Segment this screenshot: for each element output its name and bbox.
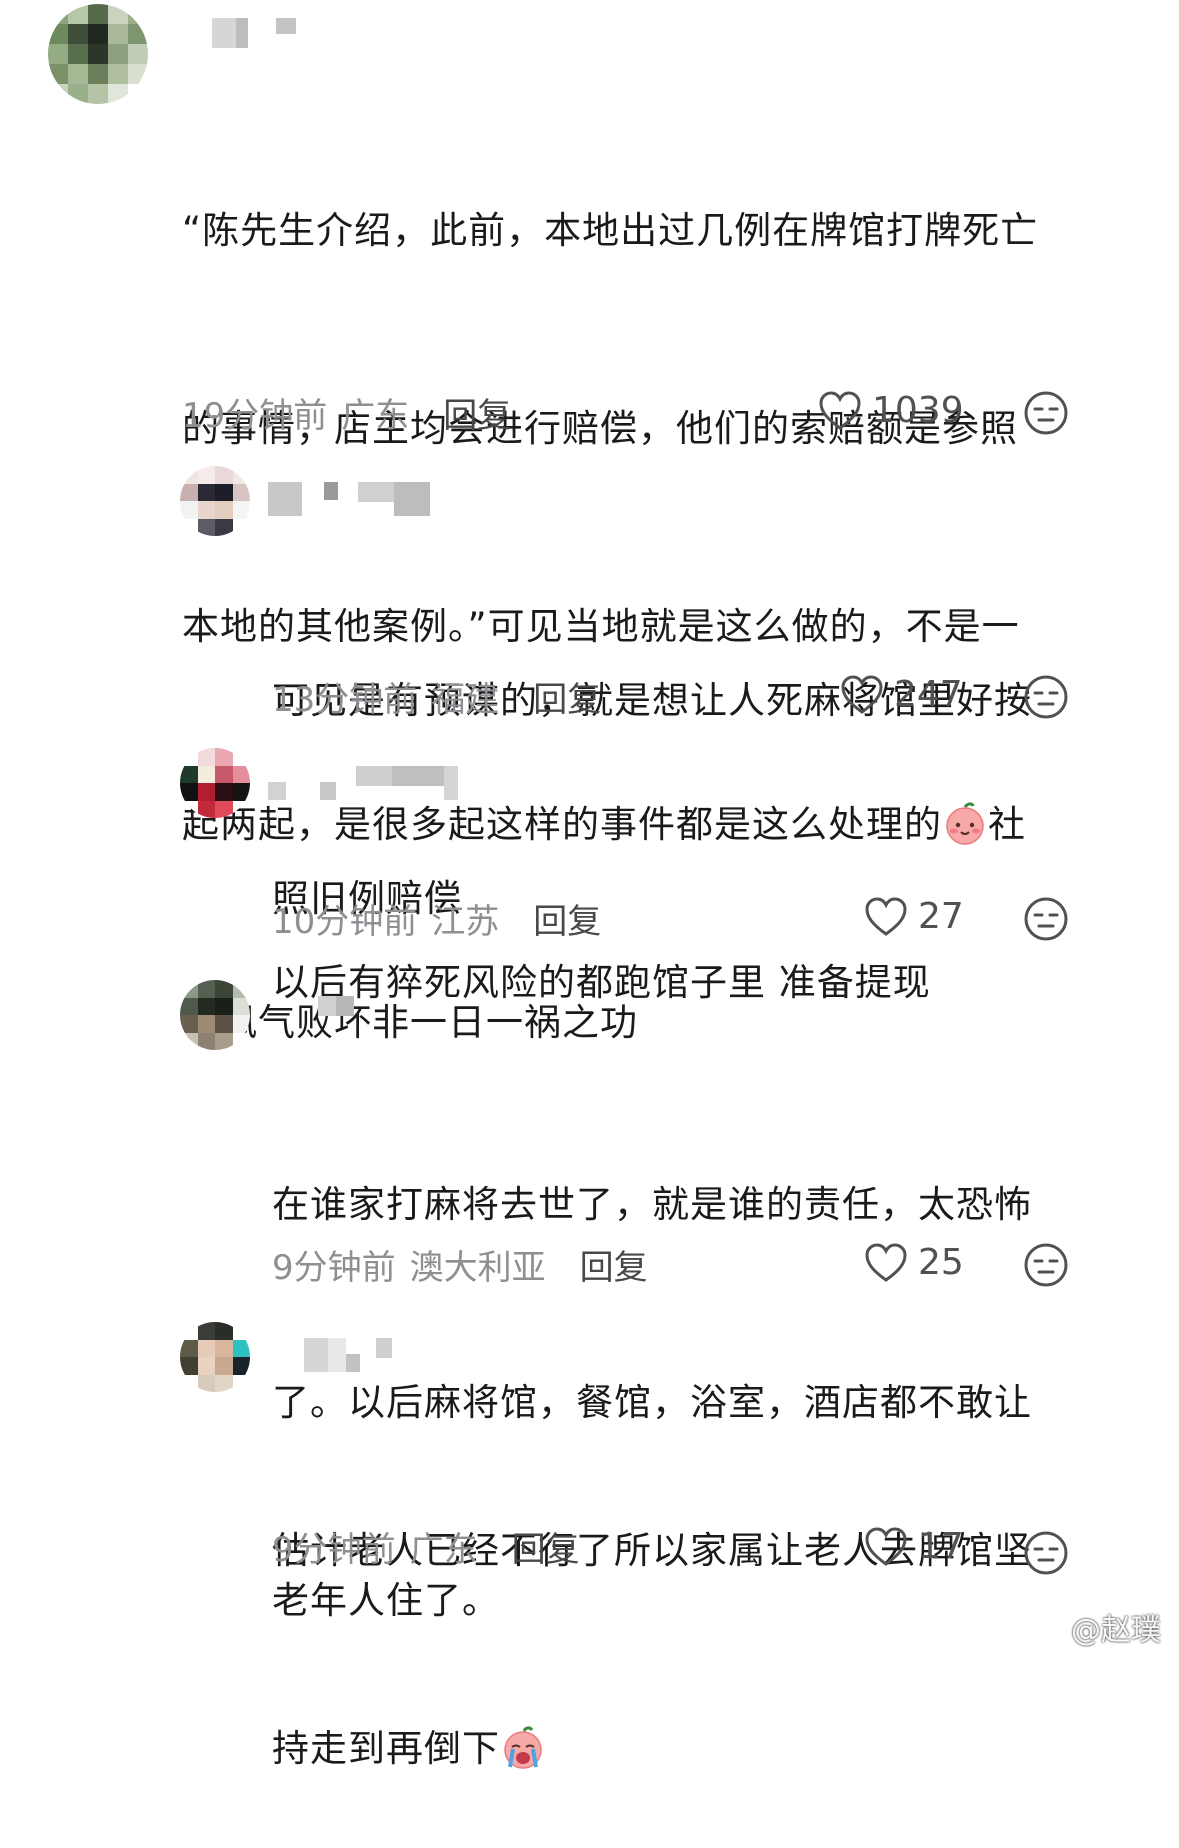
comment-meta: 19分钟前 广东 回复 — [182, 388, 511, 437]
avatar[interactable] — [48, 4, 148, 104]
comment-meta: 13分钟前 福建 回复 — [272, 672, 601, 721]
like-count: 1039 — [872, 390, 964, 431]
avatar[interactable] — [180, 980, 250, 1050]
like-button[interactable]: 1039 — [818, 390, 964, 431]
timestamp: 9分钟前 — [272, 1530, 396, 1570]
avatar[interactable] — [180, 748, 250, 818]
reply-button[interactable]: 回复 — [533, 672, 601, 721]
reply-button[interactable]: 回复 — [512, 1522, 580, 1571]
weibo-logo-icon — [1031, 1614, 1064, 1641]
location: 澳大利亚 — [409, 1248, 546, 1288]
heart-outline-icon — [819, 390, 861, 430]
reply-button[interactable]: 回复 — [533, 894, 601, 943]
avatar[interactable] — [180, 466, 250, 536]
timestamp: 10分钟前 — [272, 902, 418, 942]
like-button[interactable]: 25 — [864, 1242, 964, 1283]
like-button[interactable]: 27 — [864, 896, 964, 937]
location: 广东 — [409, 1530, 478, 1570]
timestamp: 13分钟前 — [272, 680, 418, 720]
heart-outline-icon — [865, 896, 907, 936]
location: 广东 — [341, 396, 410, 436]
username-blurred[interactable] — [318, 996, 354, 1016]
heart-outline-icon — [841, 674, 883, 714]
timestamp: 9分钟前 — [272, 1248, 396, 1288]
comment-meta: 9分钟前 广东 回复 — [272, 1522, 580, 1571]
username-blurred[interactable] — [268, 482, 430, 516]
expressionless-face-icon[interactable] — [1023, 1530, 1069, 1576]
like-button[interactable]: 17 — [864, 1526, 964, 1567]
expressionless-face-icon[interactable] — [1023, 390, 1069, 436]
avatar[interactable] — [180, 1322, 250, 1392]
crying-face-emoji — [504, 1726, 542, 1769]
username-blurred[interactable] — [212, 18, 296, 48]
like-count: 25 — [918, 1242, 964, 1283]
expressionless-face-icon[interactable] — [1023, 1242, 1069, 1288]
expressionless-face-icon[interactable] — [1023, 896, 1069, 942]
like-count: 17 — [918, 1526, 964, 1567]
weibo-watermark: @赵璞 — [1031, 1605, 1161, 1649]
username-blurred[interactable] — [304, 1338, 392, 1372]
username-blurred[interactable] — [268, 766, 458, 800]
comment-meta: 10分钟前 江苏 回复 — [272, 894, 601, 943]
watermark-text: @赵璞 — [1071, 1613, 1161, 1648]
like-button[interactable]: 247 — [840, 674, 963, 715]
comment-meta: 9分钟前 澳大利亚 回复 — [272, 1240, 648, 1289]
heart-outline-icon — [865, 1526, 907, 1566]
location: 福建 — [431, 680, 500, 720]
location: 江苏 — [431, 902, 500, 942]
comment-text: 估计老人已经不行了所以家属让老人去牌馆坚 持走到再倒下 — [272, 1529, 1032, 1770]
like-count: 27 — [918, 896, 964, 937]
timestamp: 19分钟前 — [182, 396, 328, 436]
like-count: 247 — [894, 674, 963, 715]
heart-outline-icon — [865, 1242, 907, 1282]
expressionless-face-icon[interactable] — [1023, 674, 1069, 720]
reply-button[interactable]: 回复 — [443, 388, 511, 437]
reply-button[interactable]: 回复 — [580, 1240, 648, 1289]
